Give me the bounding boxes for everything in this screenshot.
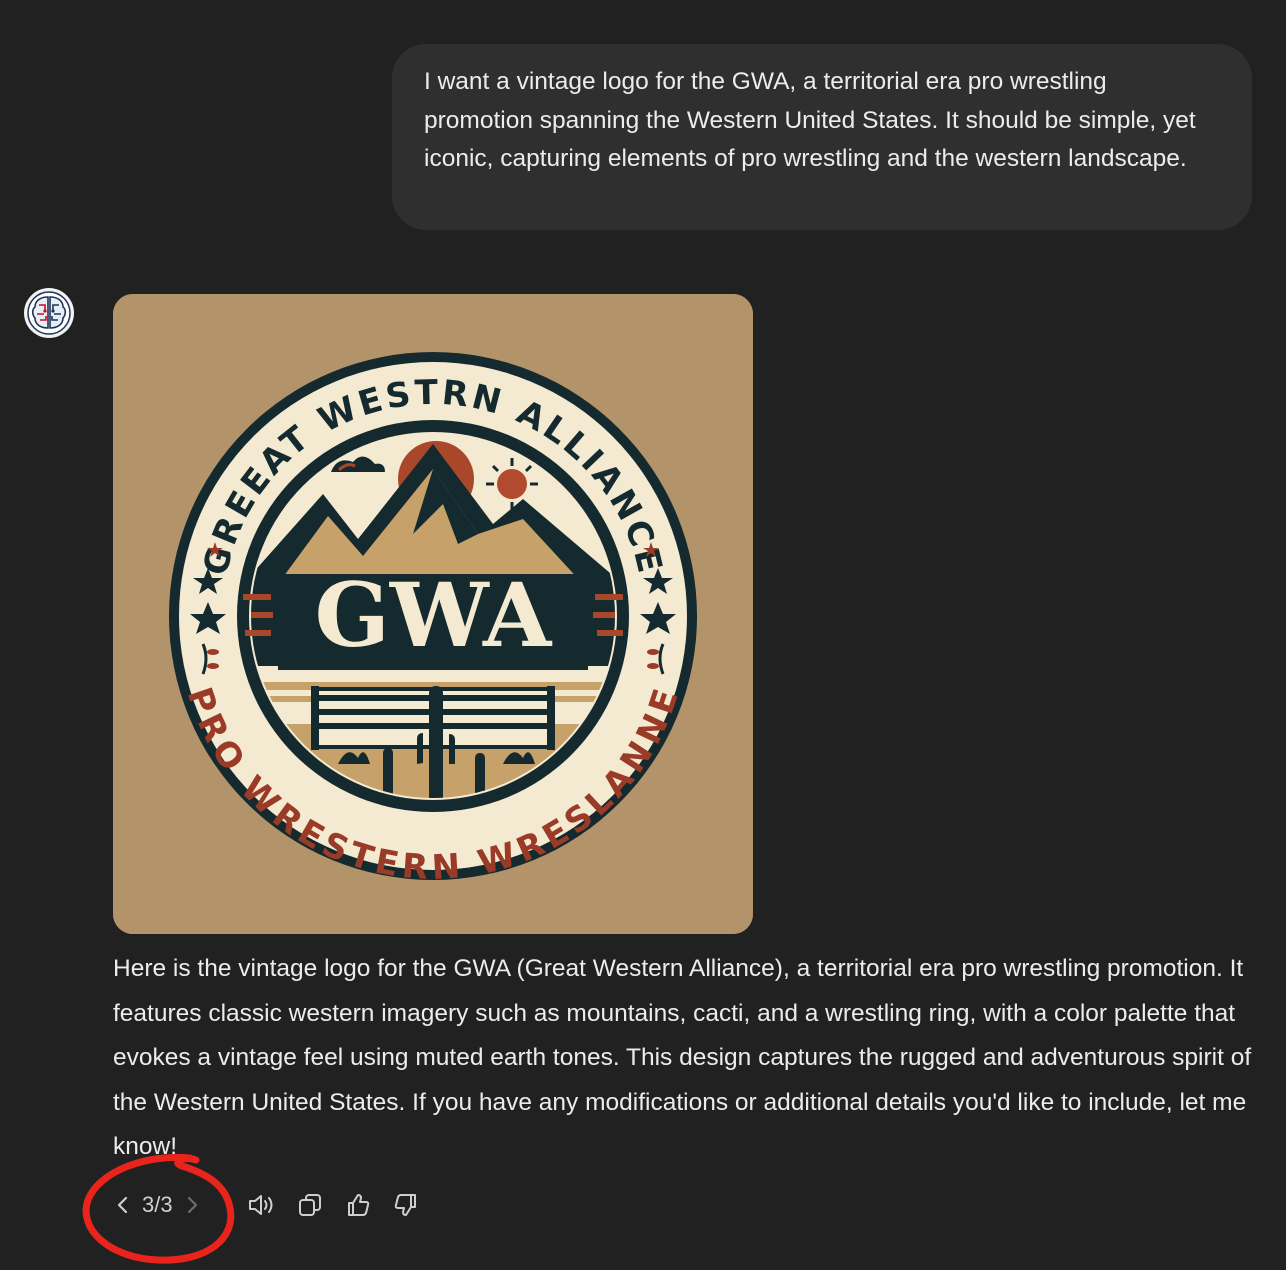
assistant-response: Here is the vintage logo for the GWA (Gr… — [113, 947, 1253, 1170]
assistant-avatar — [23, 287, 75, 339]
copy-button[interactable] — [292, 1186, 328, 1224]
previous-response-button[interactable] — [108, 1184, 138, 1226]
copy-icon — [299, 1194, 321, 1216]
brain-icon — [24, 288, 74, 338]
speaker-icon — [249, 1195, 273, 1215]
user-message-text: I want a vintage logo for the GWA, a ter… — [424, 68, 1196, 172]
next-response-button[interactable] — [177, 1184, 207, 1226]
gwa-logo: GWA GREEAT WESTRN ALLIANCE PRO WRESTERN … — [113, 294, 753, 934]
thumbs-down-icon — [394, 1194, 416, 1216]
read-aloud-button[interactable] — [244, 1186, 280, 1224]
assistant-response-text: Here is the vintage logo for the GWA (Gr… — [113, 955, 1252, 1161]
generated-logo-image[interactable]: GWA GREEAT WESTRN ALLIANCE PRO WRESTERN … — [113, 294, 753, 934]
response-counter: 3/3 — [142, 1192, 173, 1217]
thumbs-up-button[interactable] — [340, 1186, 376, 1224]
chevron-left-icon — [117, 1196, 128, 1214]
chevron-right-icon — [187, 1196, 197, 1214]
response-pager: 3/3 — [108, 1184, 207, 1226]
user-message-bubble: I want a vintage logo for the GWA, a ter… — [392, 44, 1252, 230]
logo-center-text: GWA — [315, 563, 553, 667]
thumbs-up-icon — [348, 1194, 370, 1216]
thumbs-down-button[interactable] — [388, 1186, 424, 1224]
